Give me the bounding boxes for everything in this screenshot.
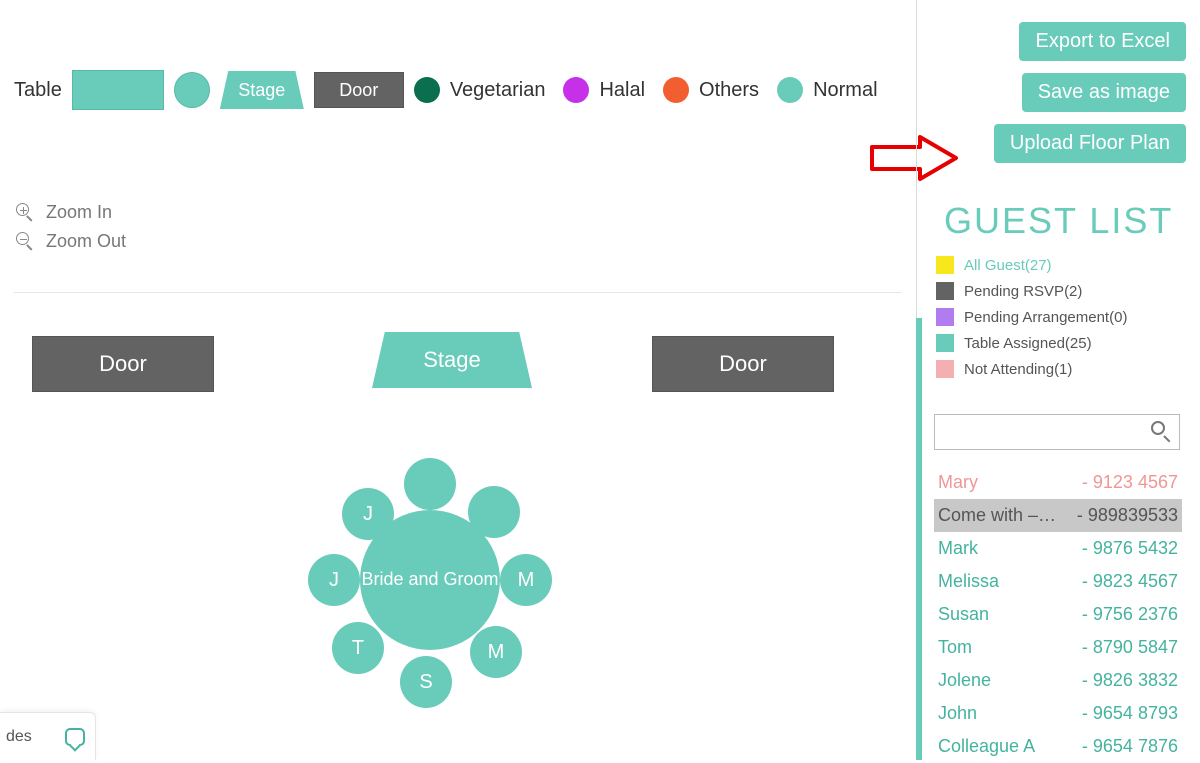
seat[interactable]: M — [470, 626, 522, 678]
seat[interactable]: T — [332, 622, 384, 674]
search-icon — [1151, 421, 1173, 443]
guest-search[interactable] — [934, 414, 1180, 450]
guest-list: Mary - 9123 4567 Come with –… - 989839533 Ma… — [934, 466, 1182, 763]
guest-name: Jolene — [938, 670, 991, 691]
guest-phone: - 8790 5847 — [1082, 637, 1178, 658]
others-icon — [663, 77, 689, 103]
sidebar-accent-bar — [916, 318, 922, 760]
guest-row[interactable]: Colleague A - 9654 7876 — [934, 730, 1182, 763]
zoom-controls: Zoom In Zoom Out — [16, 202, 126, 260]
others-label: Others — [699, 79, 759, 102]
guest-name: John — [938, 703, 977, 724]
seat[interactable]: J — [308, 554, 360, 606]
guest-phone: - 9876 5432 — [1082, 538, 1178, 559]
seat[interactable] — [404, 458, 456, 510]
zoom-in-icon — [16, 203, 36, 223]
filter-swatch — [936, 282, 954, 300]
guest-list-title: GUEST LIST — [944, 200, 1173, 242]
filter-swatch — [936, 360, 954, 378]
guest-name: Tom — [938, 637, 972, 658]
guest-filter-item[interactable]: All Guest(27) — [936, 256, 1127, 274]
guest-filter-item[interactable]: Pending Arrangement(0) — [936, 308, 1127, 326]
guest-phone: - 989839533 — [1077, 505, 1178, 526]
guest-filter-item[interactable]: Pending RSVP(2) — [936, 282, 1127, 300]
filter-swatch — [936, 308, 954, 326]
guest-row[interactable]: Come with –… - 989839533 — [934, 499, 1182, 532]
floor-plan-main: Table Stage Door Vegetarian Halal Others… — [0, 0, 916, 760]
sidebar-actions: Export to Excel Save as image Upload Flo… — [994, 22, 1186, 163]
normal-label: Normal — [813, 79, 877, 102]
guest-row[interactable]: Tom - 8790 5847 — [934, 631, 1182, 664]
guest-row[interactable]: Mary - 9123 4567 — [934, 466, 1182, 499]
chat-icon — [65, 728, 85, 746]
seat[interactable]: M — [500, 554, 552, 606]
zoom-in-button[interactable]: Zoom In — [16, 202, 126, 223]
halal-label: Halal — [599, 79, 645, 102]
export-excel-button[interactable]: Export to Excel — [1019, 22, 1186, 61]
stage-template[interactable]: Stage — [220, 71, 304, 109]
stage-element[interactable]: Stage — [372, 332, 532, 388]
filter-label: Table Assigned(25) — [964, 335, 1092, 352]
filter-label: Not Attending(1) — [964, 361, 1072, 378]
guest-filter-item[interactable]: Table Assigned(25) — [936, 334, 1127, 352]
door-element[interactable]: Door — [652, 336, 834, 392]
zoom-in-label: Zoom In — [46, 202, 112, 223]
guest-row[interactable]: Susan - 9756 2376 — [934, 598, 1182, 631]
guest-row[interactable]: Mark - 9876 5432 — [934, 532, 1182, 565]
chat-widget[interactable]: des — [0, 712, 96, 760]
guest-phone: - 9654 7876 — [1082, 736, 1178, 757]
save-image-button[interactable]: Save as image — [1022, 73, 1186, 112]
table-bride-groom[interactable]: Bride and Groom J J T S M M — [300, 450, 560, 710]
guest-search-input[interactable] — [941, 415, 1151, 449]
guest-phone: - 9826 3832 — [1082, 670, 1178, 691]
circle-table-template[interactable] — [174, 72, 210, 108]
vegetarian-label: Vegetarian — [450, 79, 546, 102]
guest-phone: - 9756 2376 — [1082, 604, 1178, 625]
filter-label: All Guest(27) — [964, 257, 1052, 274]
vegetarian-icon — [414, 77, 440, 103]
normal-icon — [777, 77, 803, 103]
zoom-out-label: Zoom Out — [46, 231, 126, 252]
guest-filter-item[interactable]: Not Attending(1) — [936, 360, 1127, 378]
table-label: Table — [14, 79, 62, 102]
seat[interactable] — [468, 486, 520, 538]
chat-label: des — [6, 728, 32, 746]
zoom-out-icon — [16, 232, 36, 252]
guest-name: Come with –… — [938, 505, 1056, 526]
guest-name: Melissa — [938, 571, 999, 592]
rect-table-template[interactable] — [72, 70, 164, 110]
element-palette: Table Stage Door Vegetarian Halal Others… — [14, 70, 886, 110]
guest-name: Colleague A — [938, 736, 1035, 757]
filter-label: Pending RSVP(2) — [964, 283, 1082, 300]
guest-phone: - 9123 4567 — [1082, 472, 1178, 493]
guest-row[interactable]: Melissa - 9823 4567 — [934, 565, 1182, 598]
zoom-out-button[interactable]: Zoom Out — [16, 231, 126, 252]
seat[interactable]: S — [400, 656, 452, 708]
floor-plan-canvas[interactable]: Door Stage Door Bride and Groom J J T S … — [0, 300, 916, 760]
guest-name: Mark — [938, 538, 978, 559]
guest-filters: All Guest(27) Pending RSVP(2) Pending Arra… — [936, 256, 1127, 378]
seat[interactable]: J — [342, 488, 394, 540]
filter-label: Pending Arrangement(0) — [964, 309, 1127, 326]
guest-name: Susan — [938, 604, 989, 625]
guest-row[interactable]: John - 9654 8793 — [934, 697, 1182, 730]
filter-swatch — [936, 334, 954, 352]
upload-floorplan-button[interactable]: Upload Floor Plan — [994, 124, 1186, 163]
filter-swatch — [936, 256, 954, 274]
divider — [14, 292, 902, 293]
door-template[interactable]: Door — [314, 72, 404, 108]
guest-phone: - 9823 4567 — [1082, 571, 1178, 592]
guest-name: Mary — [938, 472, 978, 493]
halal-icon — [563, 77, 589, 103]
guest-row[interactable]: Jolene - 9826 3832 — [934, 664, 1182, 697]
door-element[interactable]: Door — [32, 336, 214, 392]
guest-phone: - 9654 8793 — [1082, 703, 1178, 724]
